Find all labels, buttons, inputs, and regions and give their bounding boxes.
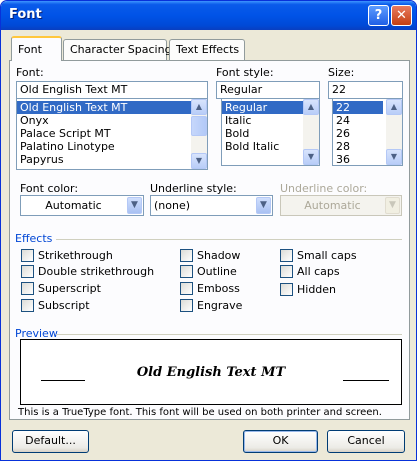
checkbox-icon[interactable] [21,282,34,295]
scroll-up-icon[interactable]: ▲ [303,99,319,115]
font-list-scrollbar[interactable]: ▲ ▼ [191,99,207,169]
double-strikethrough-label: Double strikethrough [38,265,155,278]
checkbox-icon[interactable] [21,249,34,262]
tab-text-effects-label: Text Effects [176,43,240,56]
baseline-left [41,380,85,381]
double-strikethrough-checkbox[interactable]: Double strikethrough [21,265,155,279]
font-label: Font: [16,66,44,79]
checkbox-icon[interactable] [180,265,193,278]
effects-group-label: Effects [15,232,53,245]
subscript-checkbox[interactable]: Subscript [21,299,151,313]
font-color-value: Automatic [45,199,102,212]
font-style-label: Font style: [216,66,274,79]
checkbox-icon[interactable] [280,283,293,296]
cancel-button[interactable]: Cancel [327,430,405,453]
underline-color-select: Automatic ▼ [280,195,402,216]
size-listbox[interactable]: 22 24 26 28 36 ▲ ▼ [332,98,403,166]
checkbox-icon[interactable] [21,299,34,312]
underline-color-value: Automatic [304,199,361,212]
strikethrough-label: Strikethrough [38,249,113,262]
underline-style-label: Underline style: [150,182,237,195]
font-list-item[interactable]: Old English Text MT [17,101,207,114]
tab-text-effects[interactable]: Text Effects [169,39,245,60]
chevron-down-icon: ▼ [385,197,400,214]
font-list-item[interactable]: Papyrus [17,153,207,166]
checkbox-icon[interactable] [180,282,193,295]
scroll-down-icon[interactable]: ▼ [303,149,319,165]
underline-style-select[interactable]: (none) ▼ [150,195,273,216]
subscript-label: Subscript [38,299,90,312]
window-title: Font [9,7,42,22]
help-button[interactable]: ? [368,5,389,26]
size-input[interactable]: 22 [328,81,403,99]
font-color-select[interactable]: Automatic ▼ [20,195,144,216]
checkbox-icon[interactable] [180,249,193,262]
font-list-item[interactable]: Onyx [17,114,207,127]
small-caps-checkbox[interactable]: Small caps [280,249,380,263]
shadow-label: Shadow [197,249,241,262]
font-list-item[interactable]: Palace Script MT [17,127,207,140]
tab-character-spacing-label: Character Spacing [70,43,172,56]
superscript-label: Superscript [38,282,101,295]
preview-sample-text: Old English Text MT [136,365,286,380]
font-list-item[interactable]: Palatino Linotype [17,140,207,153]
font-style-listbox[interactable]: Regular Italic Bold Bold Italic ▲ ▼ [221,98,320,166]
scroll-thumb[interactable] [191,116,207,136]
shadow-checkbox[interactable]: Shadow [180,249,270,263]
emboss-checkbox[interactable]: Emboss [180,282,270,296]
scroll-down-icon[interactable]: ▼ [191,153,207,169]
default-button[interactable]: Default... [12,430,89,453]
effects-divider [56,239,402,240]
tab-font[interactable]: Font [11,36,62,61]
scroll-up-icon[interactable]: ▲ [386,99,402,115]
baseline-right [343,380,389,381]
checkbox-icon[interactable] [21,265,34,278]
font-listbox[interactable]: Old English Text MT Onyx Palace Script M… [16,98,208,170]
strikethrough-checkbox[interactable]: Strikethrough [21,249,151,263]
all-caps-checkbox[interactable]: All caps [280,265,380,279]
superscript-checkbox[interactable]: Superscript [21,282,151,296]
size-list-scrollbar[interactable]: ▲ ▼ [386,99,402,165]
all-caps-label: All caps [297,265,340,278]
checkbox-icon[interactable] [280,265,293,278]
emboss-label: Emboss [197,282,240,295]
hidden-label: Hidden [297,283,337,296]
hidden-checkbox[interactable]: Hidden [280,283,380,297]
font-info-text: This is a TrueType font. This font will … [18,407,382,418]
chevron-down-icon[interactable]: ▼ [127,197,142,214]
close-button[interactable]: ✕ [391,5,412,26]
engrave-label: Engrave [197,299,243,312]
font-dialog: Font ? ✕ Font Character Spacing Text Eff… [0,0,417,461]
checkbox-icon[interactable] [180,299,193,312]
size-list-item[interactable]: 22 [333,101,383,114]
scroll-down-icon[interactable]: ▼ [386,149,402,165]
font-name-input[interactable]: Old English Text MT [16,81,208,99]
style-list-scrollbar[interactable]: ▲ ▼ [303,99,319,165]
checkbox-icon[interactable] [280,249,293,262]
font-color-label: Font color: [20,182,79,195]
scroll-up-icon[interactable]: ▲ [191,99,207,115]
outline-checkbox[interactable]: Outline [180,265,270,279]
ok-button[interactable]: OK [243,430,318,453]
preview-box: Old English Text MT [20,339,402,405]
font-style-input[interactable]: Regular [216,81,320,99]
underline-style-value: (none) [154,199,191,212]
preview-divider [56,334,402,335]
size-label: Size: [328,66,355,79]
title-bar[interactable]: Font ? ✕ [1,1,416,30]
tab-character-spacing[interactable]: Character Spacing [63,39,172,60]
outline-label: Outline [197,265,237,278]
underline-color-label: Underline color: [280,182,368,195]
small-caps-label: Small caps [297,249,357,262]
engrave-checkbox[interactable]: Engrave [180,299,270,313]
chevron-down-icon[interactable]: ▼ [256,197,271,214]
tab-font-label: Font [18,43,42,56]
